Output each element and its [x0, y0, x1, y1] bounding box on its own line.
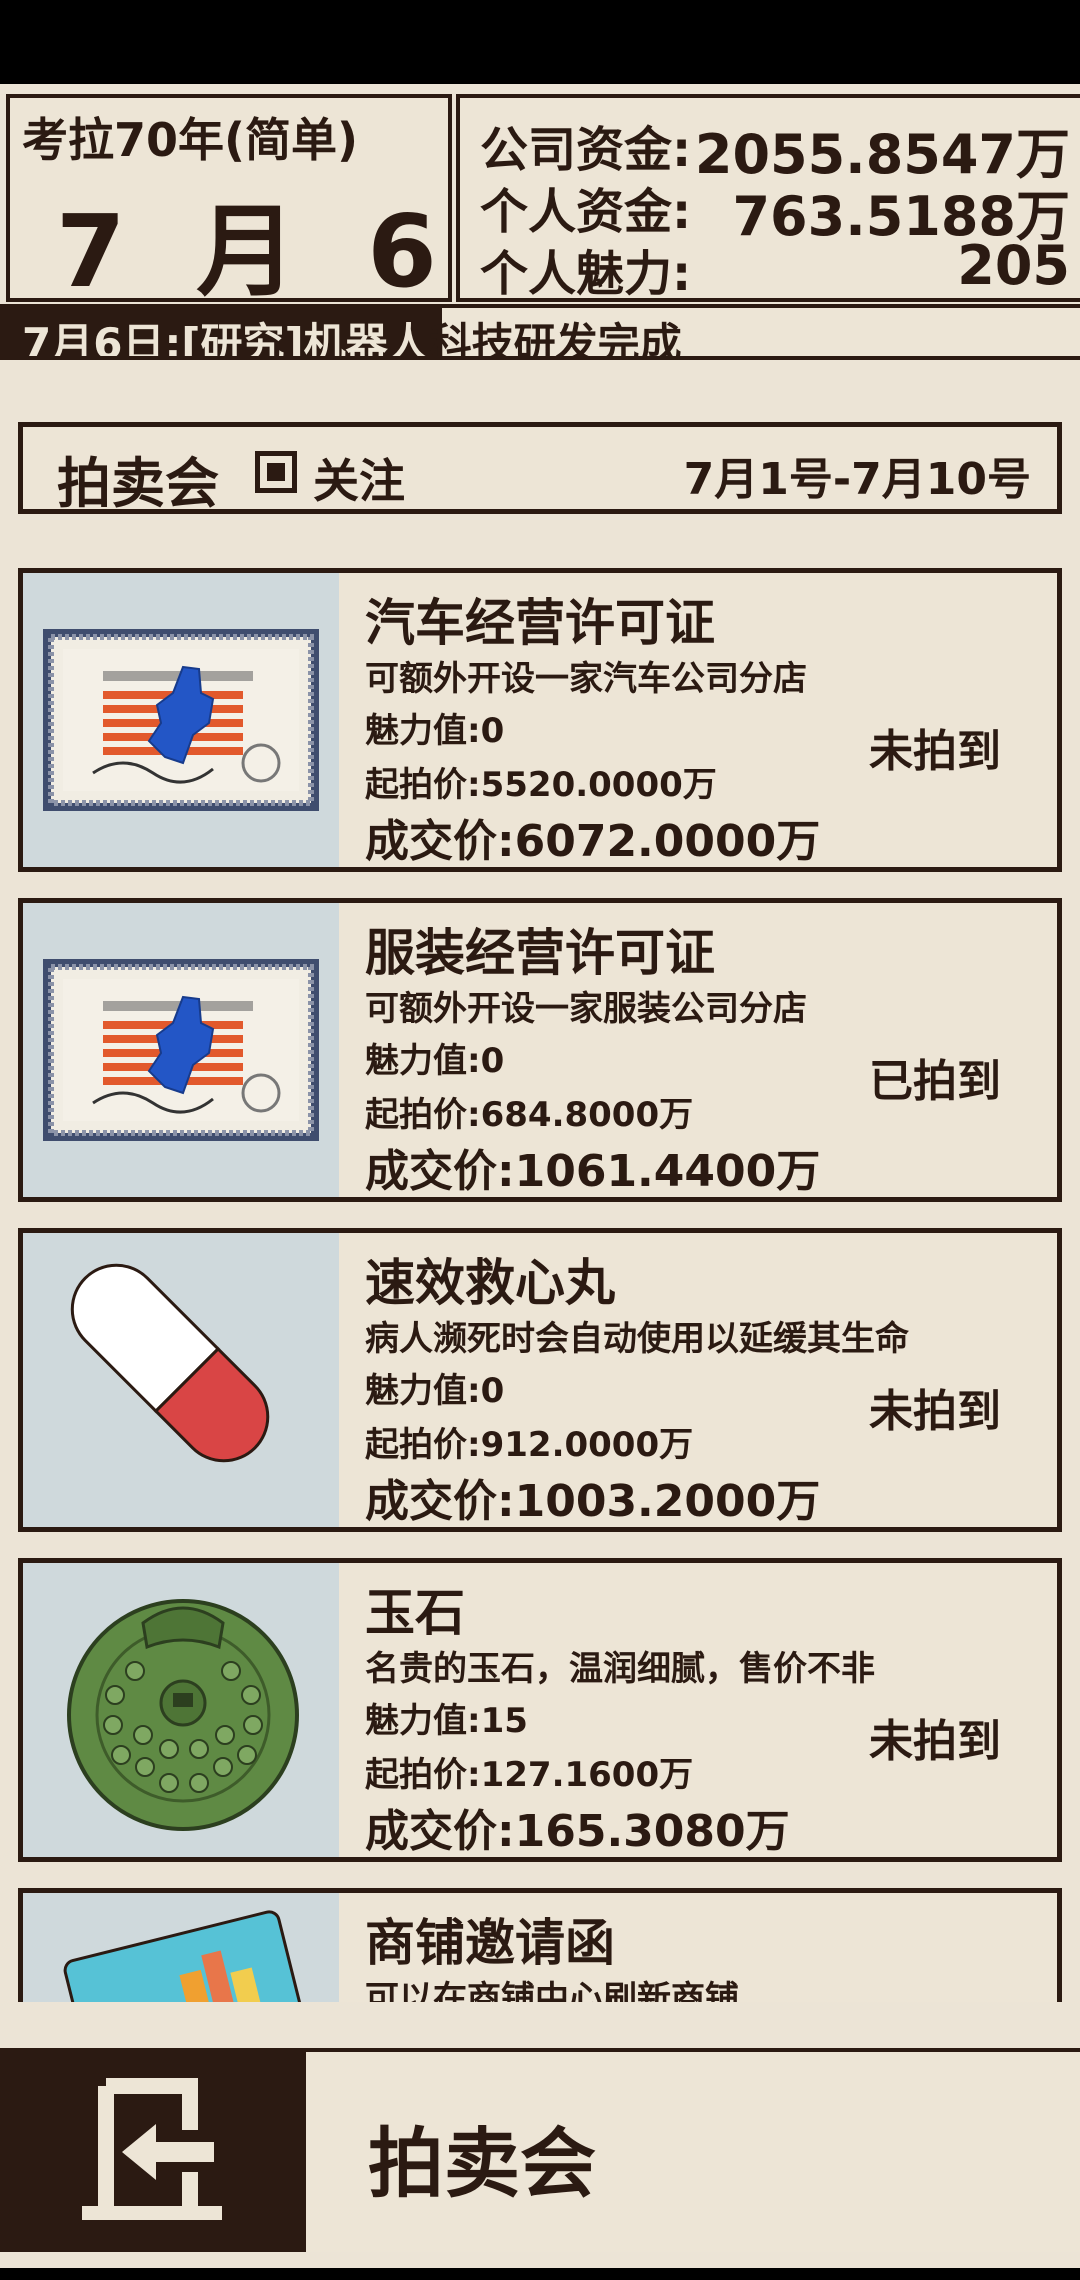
system-nav-bar: [0, 2268, 1080, 2280]
item-status: 未拍到: [869, 1386, 1001, 1437]
ticker-text-light-part: 科技研发完成: [429, 319, 682, 360]
date-panel: 考拉70年(简单) 7 月 6 日: [6, 94, 608, 310]
auction-item-card[interactable]: 玉石 名贵的玉石，温润细腻，售价不非 魅力值:15 起拍价:127.1600万 …: [18, 1558, 1062, 1862]
exit-door-icon: [82, 2078, 222, 2220]
auction-banner: 拍卖会 关注 7月1号-7月10号: [18, 422, 1062, 515]
charm-value: 205: [957, 234, 1070, 297]
item-description: 名贵的玉石，温润细腻，售价不非: [365, 1649, 875, 1689]
auction-item-card[interactable]: 服装经营许可证 可额外开设一家服装公司分店 魅力值:0 起拍价:684.8000…: [18, 898, 1062, 1202]
difficulty-label: 考拉70年(简单): [22, 113, 359, 167]
item-deal-price: 成交价:6072.0000万: [365, 816, 821, 867]
item-name: 速效救心丸: [365, 1254, 615, 1312]
invitation-card-icon: [23, 1893, 339, 2002]
auction-item-card[interactable]: 商铺邀请函 可以在商铺中心刷新商铺: [18, 1888, 1062, 2002]
item-charm: 魅力值:15: [365, 1701, 528, 1741]
auction-title: 拍卖会: [57, 452, 219, 515]
status-bar: [0, 0, 1080, 84]
item-description: 可以在商铺中心刷新商铺: [365, 1979, 739, 2002]
back-button[interactable]: [0, 2052, 306, 2252]
item-start-price: 起拍价:912.0000万: [365, 1425, 694, 1465]
item-start-price: 起拍价:127.1600万: [365, 1755, 694, 1795]
auction-item-card[interactable]: 汽车经营许可证 可额外开设一家汽车公司分店 魅力值:0 起拍价:5520.000…: [18, 568, 1062, 872]
item-description: 病人濒死时会自动使用以延缓其生命: [365, 1319, 909, 1359]
item-start-price: 起拍价:5520.0000万: [365, 765, 717, 805]
item-name: 玉石: [365, 1584, 465, 1642]
item-description: 可额外开设一家汽车公司分店: [365, 659, 807, 699]
page-title: 拍卖会: [368, 2119, 596, 2208]
company-funds-row: 公司资金: 2055.8547万: [480, 110, 1070, 186]
item-name: 汽车经营许可证: [365, 594, 715, 652]
item-description: 可额外开设一家服装公司分店: [365, 989, 807, 1029]
item-deal-price: 成交价:1061.4400万: [365, 1146, 821, 1197]
item-charm: 魅力值:0: [365, 1371, 505, 1411]
follow-label: 关注: [313, 454, 405, 508]
ticker-text-dark-part: 7月6日:[研究]机器人: [22, 319, 430, 360]
item-status: 已拍到: [869, 1056, 1001, 1107]
charm-label: 个人魅力:: [480, 246, 692, 302]
license-certificate-icon: [23, 903, 339, 1197]
personal-funds-label: 个人资金:: [480, 184, 692, 240]
auction-item-card[interactable]: 速效救心丸 病人濒死时会自动使用以延缓其生命 魅力值:0 起拍价:912.000…: [18, 1228, 1062, 1532]
item-deal-price: 成交价:165.3080万: [365, 1806, 790, 1857]
item-name: 商铺邀请函: [365, 1914, 615, 1972]
item-status: 未拍到: [869, 726, 1001, 777]
license-certificate-icon: [23, 573, 339, 867]
item-charm: 魅力值:0: [365, 1041, 505, 1081]
auction-item-list[interactable]: 汽车经营许可证 可额外开设一家汽车公司分店 魅力值:0 起拍价:5520.000…: [0, 568, 1080, 2002]
follow-checkbox[interactable]: [255, 451, 297, 493]
item-charm: 魅力值:0: [365, 711, 505, 751]
ticker-text: 7月6日:[研究]机器人科技研发完成: [22, 310, 682, 360]
personal-funds-row: 个人资金: 763.5188万: [480, 172, 1070, 248]
news-ticker: 7月6日:[研究]机器人科技研发完成: [0, 304, 1080, 360]
jade-disc-icon: [23, 1563, 339, 1857]
funds-panel: 公司资金: 2055.8547万 个人资金: 763.5188万 个人魅力: 2…: [456, 94, 1080, 302]
header: 考拉70年(简单) 7 月 6 日 公司资金: 2055.8547万 个人资金:…: [0, 88, 1080, 310]
item-name: 服装经营许可证: [365, 924, 715, 982]
pill-capsule-icon: [23, 1233, 339, 1527]
bottom-bar: 拍卖会: [0, 2048, 1080, 2252]
app-root: 考拉70年(简单) 7 月 6 日 公司资金: 2055.8547万 个人资金:…: [0, 84, 1080, 2268]
item-start-price: 起拍价:684.8000万: [365, 1095, 694, 1135]
company-funds-label: 公司资金:: [480, 122, 692, 178]
screen: 考拉70年(简单) 7 月 6 日 公司资金: 2055.8547万 个人资金:…: [0, 0, 1080, 2280]
item-deal-price: 成交价:1003.2000万: [365, 1476, 821, 1527]
charm-row: 个人魅力: 205: [480, 234, 1070, 302]
item-status: 未拍到: [869, 1716, 1001, 1767]
auction-period: 7月1号-7月10号: [683, 454, 1031, 505]
